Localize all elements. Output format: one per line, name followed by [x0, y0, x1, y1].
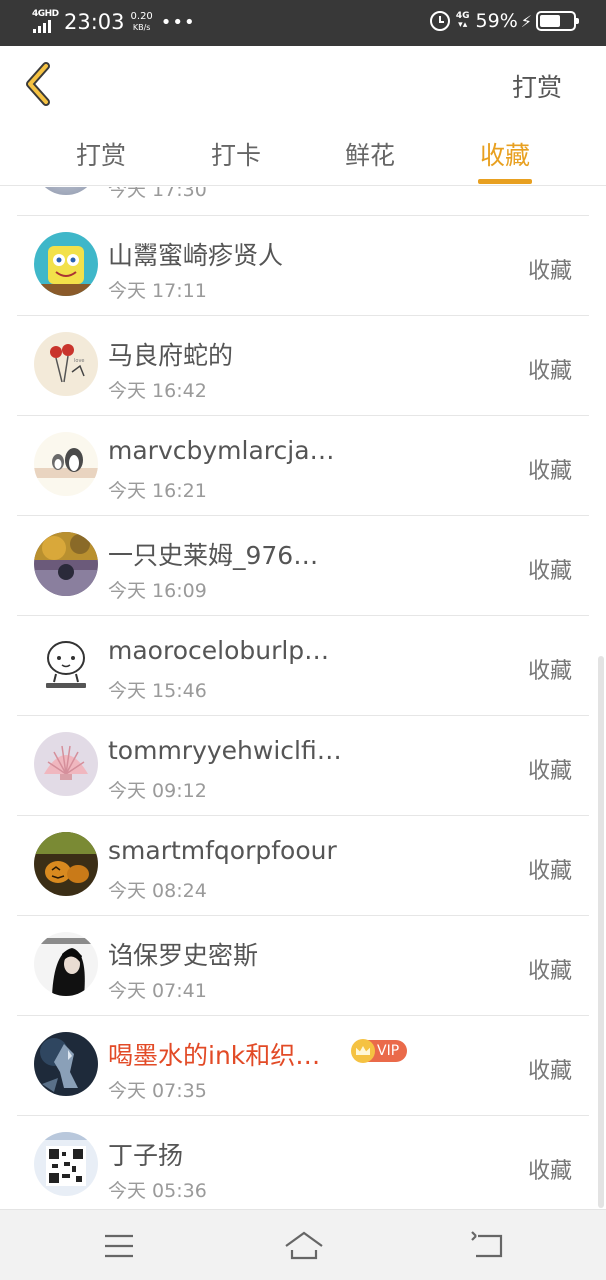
partial-avatar-icon [34, 187, 98, 195]
favorites-list[interactable]: 今天 17:30 山鬻蜜崎疹贤人 今天 17:11 收藏 love 马良府蛇的 … [0, 187, 606, 1209]
app-root: 4GHD 23:03 0.20 KB/s ••• 4G▾▴ 59% ⚡ 打赏 [0, 0, 606, 1280]
vip-label: VIP [377, 1043, 400, 1059]
menu-button[interactable] [99, 1228, 139, 1264]
charging-icon: ⚡ [520, 11, 532, 31]
return-icon [471, 1231, 503, 1258]
back-button[interactable] [22, 60, 62, 108]
list-item-time: 今天 17:30 [108, 187, 207, 201]
list-item-time: 今天 07:41 [108, 980, 207, 1002]
system-nav-bar [0, 1209, 606, 1280]
list-item-time: 今天 15:46 [108, 680, 207, 702]
home-button[interactable] [283, 1228, 323, 1264]
list-item[interactable]: maoroceloburlp… 今天 15:46 收藏 [17, 615, 589, 715]
list-item-name: 马良府蛇的 [108, 341, 234, 370]
favorite-action[interactable]: 收藏 [528, 553, 572, 585]
alarm-icon [429, 11, 450, 31]
list-item-name: 丁子扬 [108, 1141, 184, 1170]
network-type: 4G [455, 11, 470, 21]
list-item[interactable]: tommryyehwiclfi… 今天 09:12 收藏 [17, 715, 589, 815]
list-item-time: 今天 16:21 [108, 480, 207, 502]
status-right: 4G ▾▴ 59% ⚡ [429, 10, 579, 32]
list-item-name: tommryyehwiclfi… [108, 736, 342, 765]
qr-code-avatar-icon [34, 1132, 98, 1196]
list-item-name: maoroceloburlp… [108, 636, 330, 665]
reward-button[interactable]: 打赏 [512, 68, 562, 104]
network-type-icon: 4G ▾▴ [455, 11, 470, 30]
battery-percent: 59% [475, 10, 518, 32]
status-bar: 4GHD 23:03 0.20 KB/s ••• 4G ▾▴ 59% ⚡ [0, 0, 606, 46]
speed-value: 0.20 [130, 11, 153, 22]
favorite-action[interactable]: 收藏 [528, 453, 572, 485]
pumpkin-avatar-icon [34, 832, 98, 896]
scrollbar[interactable] [598, 656, 604, 1208]
menu-icon [105, 1234, 133, 1258]
list-item-time: 今天 16:09 [108, 580, 207, 602]
face-sketch-avatar-icon [34, 632, 98, 696]
speed-unit: KB/s [132, 23, 151, 32]
favorite-action[interactable]: 收藏 [528, 1053, 572, 1085]
list-item[interactable]: love 马良府蛇的 今天 16:42 收藏 [17, 315, 589, 415]
tab-favorites[interactable]: 收藏 [465, 136, 545, 172]
flowers-avatar-icon: love [34, 332, 98, 396]
list-item-name: smartmfqorpfoour [108, 836, 337, 865]
signal-icon: 4GHD [32, 8, 60, 36]
dark-portrait-avatar-icon [34, 932, 98, 996]
list-item-name: 诌保罗史密斯 [108, 941, 259, 970]
list-item-time: 今天 07:35 [108, 1080, 207, 1102]
favorite-action[interactable]: 收藏 [528, 353, 572, 385]
crown-icon [351, 1039, 375, 1063]
list-item[interactable]: smartmfqorpfoour 今天 08:24 收藏 [17, 815, 589, 915]
list-item-name: marvcbymlarcja… [108, 436, 335, 465]
list-item[interactable]: marvcbymlarcja… 今天 16:21 收藏 [17, 415, 589, 515]
more-dots: ••• [160, 11, 196, 33]
tab-flowers[interactable]: 鲜花 [330, 136, 410, 172]
favorite-action[interactable]: 收藏 [528, 653, 572, 685]
tab-checkin[interactable]: 打卡 [196, 136, 276, 172]
list-item[interactable]: 一只史莱姆_976… 今天 16:09 收藏 [17, 515, 589, 615]
list-item[interactable]: 山鬻蜜崎疹贤人 今天 17:11 收藏 [17, 215, 589, 315]
tab-bar: 打赏 打卡 鲜花 收藏 [0, 122, 606, 186]
network-label: 4GHD [32, 9, 59, 19]
battery-icon [536, 11, 579, 31]
list-item[interactable]: 丁子扬 今天 05:36 收藏 [17, 1115, 589, 1209]
sponge-avatar-icon [34, 232, 98, 296]
list-item-name: 山鬻蜜崎疹贤人 [108, 241, 284, 270]
network-speed: 0.20 KB/s [131, 11, 153, 33]
list-item-time: 今天 05:36 [108, 1180, 207, 1202]
landscape-avatar-icon [34, 532, 98, 596]
shell-avatar-icon [34, 732, 98, 796]
list-item-time: 今天 16:42 [108, 380, 207, 402]
penguin-avatar-icon [34, 432, 98, 496]
list-item-name: 喝墨水的ink和织… [108, 1041, 321, 1070]
home-icon [285, 1231, 323, 1260]
favorite-action[interactable]: 收藏 [528, 853, 572, 885]
clock: 23:03 [64, 10, 125, 34]
list-item-time: 今天 08:24 [108, 880, 207, 902]
favorite-action[interactable]: 收藏 [528, 1153, 572, 1185]
svg-text:love: love [74, 358, 84, 364]
active-tab-indicator [478, 179, 532, 184]
favorite-action[interactable]: 收藏 [528, 953, 572, 985]
robot-avatar-icon [34, 1032, 98, 1096]
chevron-left-icon [26, 62, 50, 106]
list-item-name: 一只史莱姆_976… [108, 541, 319, 570]
back-nav-button[interactable] [468, 1228, 508, 1264]
tab-reward[interactable]: 打赏 [61, 136, 141, 172]
list-item[interactable]: 喝墨水的ink和织… VIP 今天 07:35 收藏 [17, 1015, 589, 1115]
status-left: 4GHD 23:03 0.20 KB/s ••• [32, 8, 196, 36]
list-item-time: 今天 09:12 [108, 780, 207, 802]
vip-badge: VIP [351, 1039, 407, 1063]
list-item[interactable]: 诌保罗史密斯 今天 07:41 收藏 [17, 915, 589, 1015]
header: 打赏 [0, 46, 606, 122]
favorite-action[interactable]: 收藏 [528, 753, 572, 785]
favorite-action[interactable]: 收藏 [528, 253, 572, 285]
list-item-partial[interactable]: 今天 17:30 [17, 187, 589, 215]
list-item-time: 今天 17:11 [108, 280, 207, 302]
